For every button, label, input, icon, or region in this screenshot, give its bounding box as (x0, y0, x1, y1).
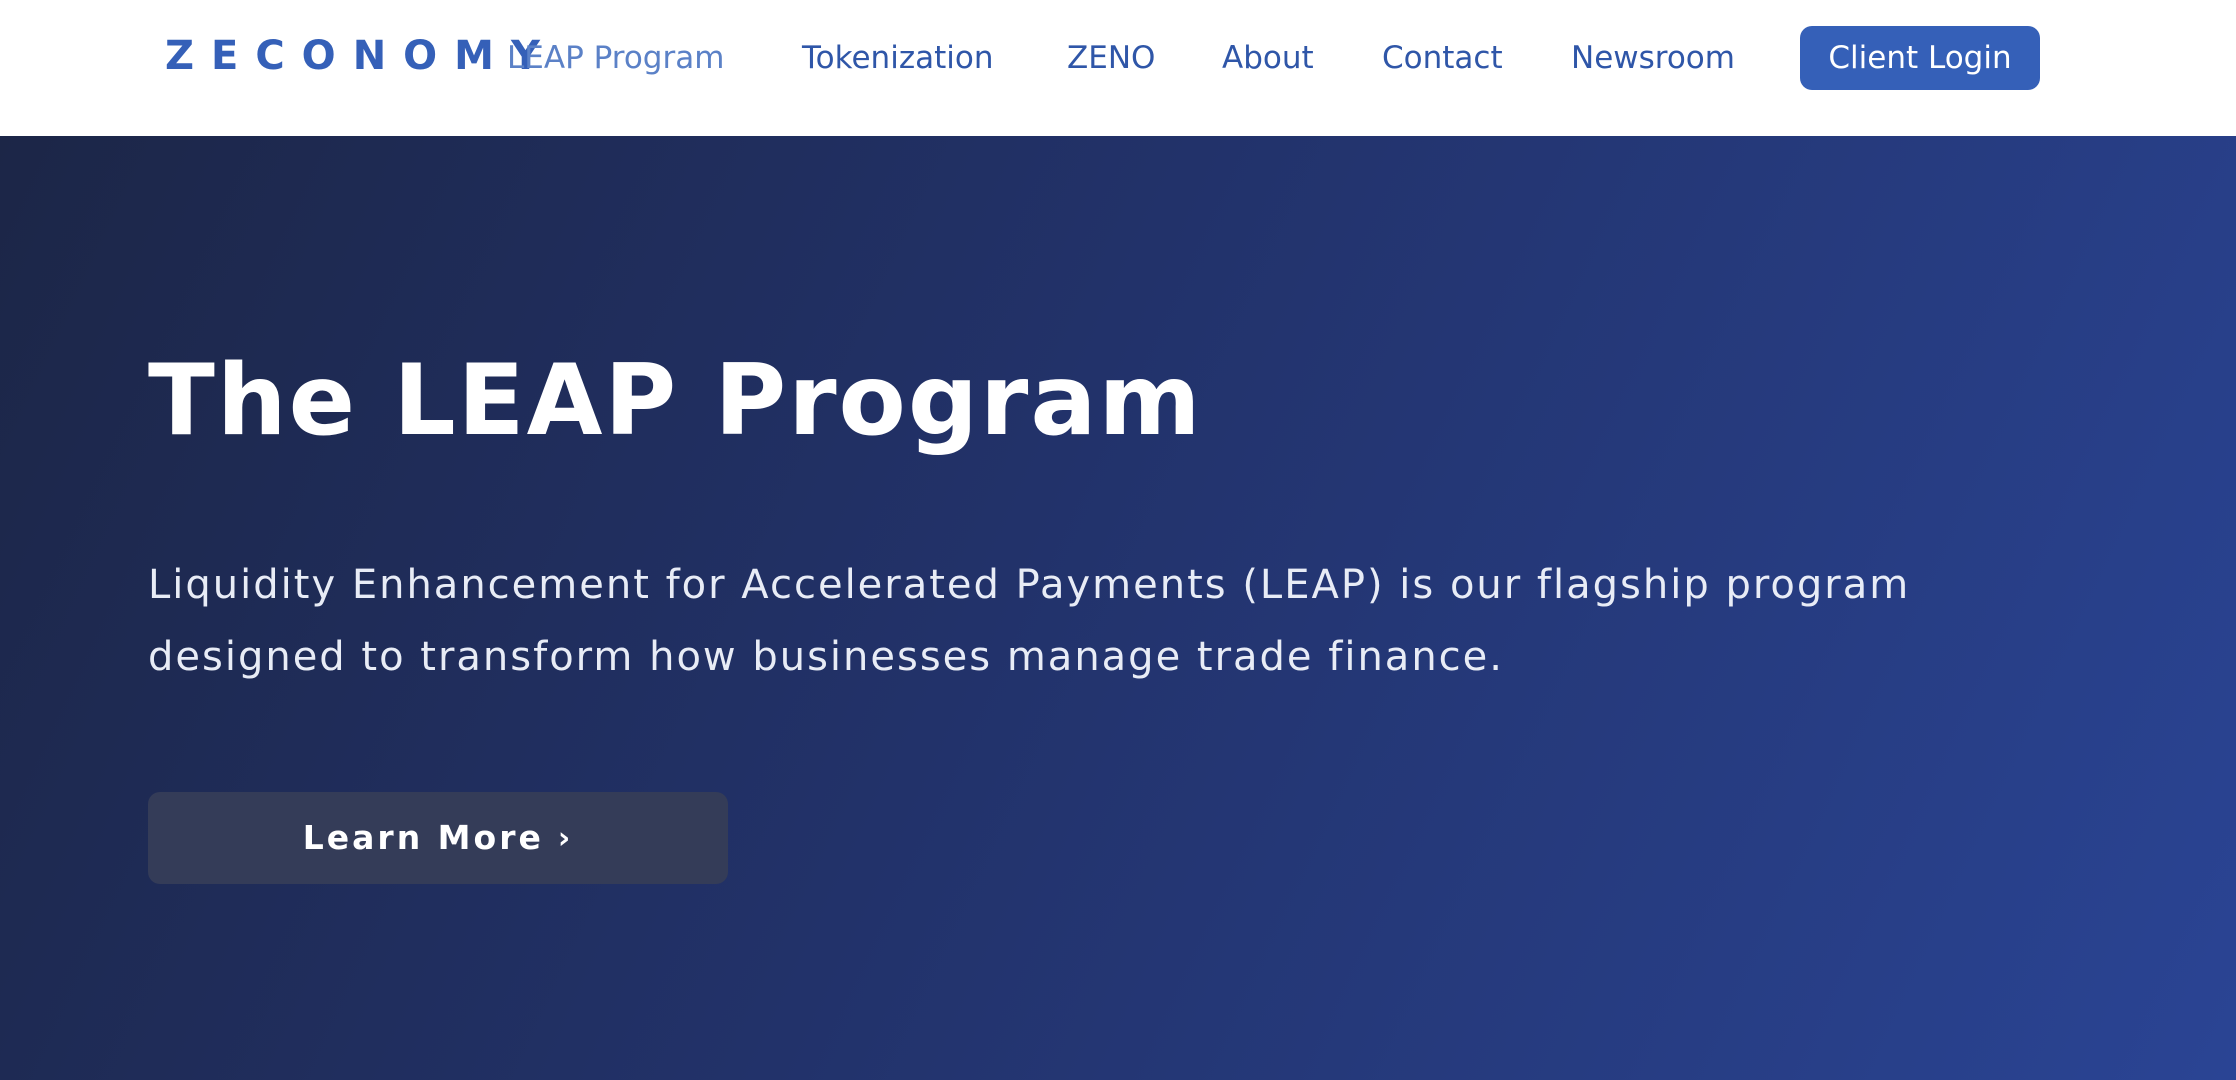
learn-more-button[interactable]: Learn More › (148, 792, 728, 884)
nav-link-zeno[interactable]: ZENO (1067, 36, 1155, 80)
nav-link-leap-program[interactable]: LEAP Program (507, 36, 724, 80)
hero-description: Liquidity Enhancement for Accelerated Pa… (148, 562, 1911, 680)
brand-logo[interactable]: ZECONOMY (165, 30, 557, 82)
nav-link-newsroom[interactable]: Newsroom (1571, 36, 1735, 80)
hero-section: The LEAP Program Liquidity Enhancement f… (0, 136, 2236, 1080)
nav-link-contact[interactable]: Contact (1382, 36, 1503, 80)
hero-title: The LEAP Program (148, 344, 1203, 458)
client-login-button[interactable]: Client Login (1800, 26, 2040, 90)
chevron-right-icon: › (557, 821, 574, 856)
nav-link-about[interactable]: About (1222, 36, 1314, 80)
site-header: ZECONOMY LEAP Program Tokenization ZENO … (0, 0, 2236, 136)
learn-more-label: Learn More (302, 818, 544, 857)
nav-link-tokenization[interactable]: Tokenization (802, 36, 993, 80)
